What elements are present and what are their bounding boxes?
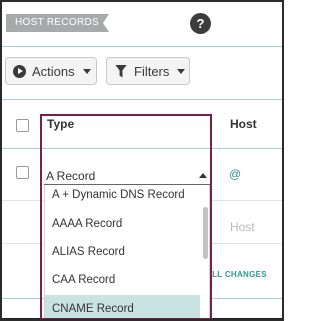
select-all-checkbox[interactable] [16,119,29,132]
filter-icon [115,64,127,78]
section-tag-host-records: HOST RECORDS [6,14,109,32]
actions-button[interactable]: Actions [5,57,97,85]
type-dropdown-list[interactable]: A + Dynamic DNS Record AAAA Record ALIAS… [44,185,210,320]
save-all-changes-link[interactable]: ALL CHANGES [206,270,267,279]
host-input[interactable]: Host [230,220,255,234]
chevron-up-icon[interactable] [199,173,207,178]
dropdown-option[interactable]: AAAA Record [45,210,200,238]
host-value[interactable]: @ [229,167,241,181]
dropdown-option[interactable]: A + Dynamic DNS Record [45,185,200,209]
divider [0,99,284,100]
column-header-host[interactable]: Host [230,117,257,131]
dropdown-option[interactable]: ALIAS Record [45,238,200,266]
divider [0,46,284,47]
play-circle-icon [13,64,26,78]
row-checkbox[interactable] [16,166,29,179]
type-select[interactable]: A Record [46,169,95,183]
scrollbar-thumb[interactable] [203,207,208,259]
filters-button[interactable]: Filters [106,57,190,85]
dropdown-option-highlighted[interactable]: CNAME Record [45,295,200,319]
filters-label: Filters [134,63,170,79]
help-icon[interactable]: ? [190,13,211,34]
chevron-down-icon [177,68,186,74]
chevron-down-icon [82,68,91,74]
column-header-type[interactable]: Type [47,117,74,131]
dropdown-option[interactable]: CAA Record [45,266,200,294]
actions-label: Actions [32,63,75,79]
divider [0,148,284,149]
